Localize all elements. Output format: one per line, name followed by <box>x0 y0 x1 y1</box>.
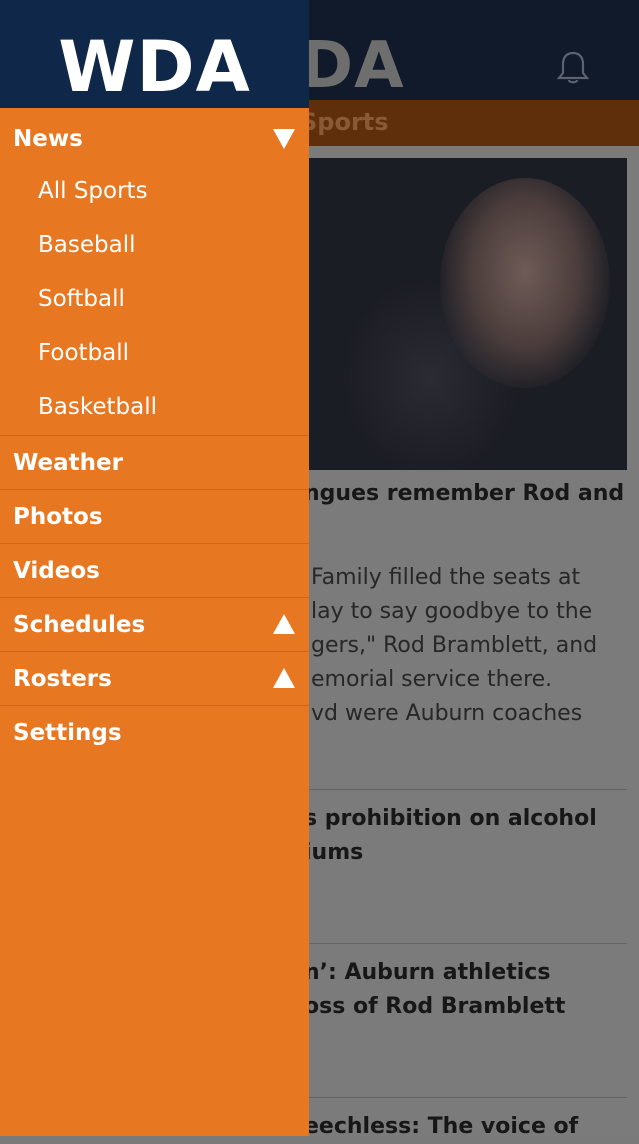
article-snippet-line: emorial service there. <box>311 667 553 692</box>
menu-subitem-football[interactable]: Football <box>0 326 309 380</box>
article-title[interactable]: eechless: The voice of <box>304 1110 578 1144</box>
navigation-drawer: WDA News All Sports Baseball Softball Fo… <box>0 0 309 1136</box>
collapse-triangle-icon[interactable] <box>273 129 295 149</box>
expand-triangle-icon[interactable] <box>273 614 295 634</box>
menu-item-label: Photos <box>13 504 103 530</box>
menu-item-photos[interactable]: Photos <box>0 490 309 544</box>
tab-sports[interactable]: Sports <box>300 108 389 136</box>
menu-subitem-softball[interactable]: Softball <box>0 272 309 326</box>
menu-item-label: All Sports <box>38 178 148 204</box>
menu-item-label: Videos <box>13 558 100 584</box>
menu-item-label: Rosters <box>13 666 112 692</box>
article-hero-image[interactable] <box>300 158 627 470</box>
divider <box>300 943 627 944</box>
article-snippet-line: vd were Auburn coaches <box>311 701 583 726</box>
menu-item-label: Softball <box>38 286 125 312</box>
article-title[interactable]: oss of Rod Bramblett <box>304 990 565 1024</box>
divider <box>300 789 627 790</box>
menu-item-rosters[interactable]: Rosters <box>0 652 309 706</box>
menu-subitem-baseball[interactable]: Baseball <box>0 218 309 272</box>
article-snippet-line: lay to say goodbye to the <box>311 599 593 624</box>
menu-item-weather[interactable]: Weather <box>0 436 309 490</box>
app-logo: DA <box>300 29 405 103</box>
menu-item-label: News <box>13 126 83 152</box>
menu-item-label: Settings <box>13 720 122 746</box>
expand-triangle-icon[interactable] <box>273 668 295 688</box>
article-title[interactable]: ngues remember Rod and <box>304 477 624 511</box>
article-snippet-line: Family filled the seats at <box>311 565 581 590</box>
divider <box>300 1097 627 1098</box>
menu-item-label: Weather <box>13 450 123 476</box>
menu-item-news[interactable]: News <box>0 112 309 166</box>
article-title[interactable]: s prohibition on alcohol <box>304 802 597 836</box>
menu-subitem-basketball[interactable]: Basketball <box>0 380 309 434</box>
menu-item-label: Schedules <box>13 612 146 638</box>
article-title[interactable]: iums <box>304 836 363 870</box>
article-title[interactable]: n’: Auburn athletics <box>304 956 550 990</box>
article-snippet-line: gers," Rod Bramblett, and <box>311 633 598 658</box>
menu-item-label: Basketball <box>38 394 157 420</box>
bell-icon[interactable] <box>556 50 590 86</box>
menu-item-schedules[interactable]: Schedules <box>0 598 309 652</box>
drawer-header: WDA <box>0 0 309 108</box>
menu-item-videos[interactable]: Videos <box>0 544 309 598</box>
menu-item-settings[interactable]: Settings <box>0 706 309 760</box>
drawer-logo: WDA <box>58 26 251 108</box>
menu-item-label: Baseball <box>38 232 136 258</box>
menu-item-label: Football <box>38 340 130 366</box>
menu-subitem-all-sports[interactable]: All Sports <box>0 164 309 218</box>
